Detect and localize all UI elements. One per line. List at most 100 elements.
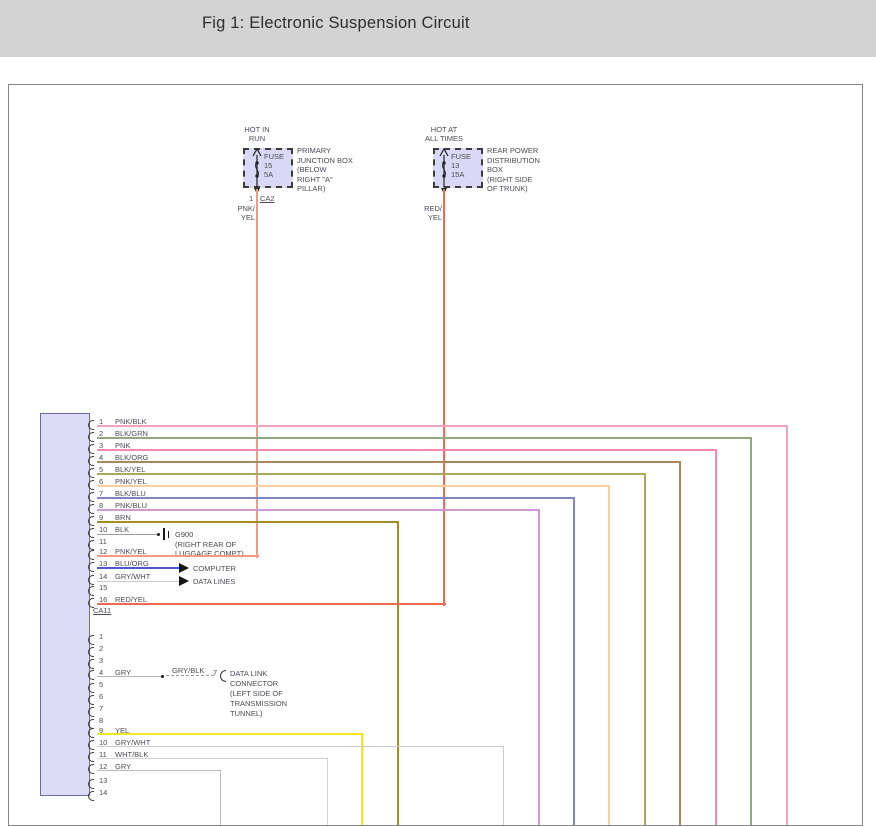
pin-number: 15 <box>99 583 107 592</box>
pin-hook-icon <box>88 528 94 538</box>
fuse-desc-line: OF TRUNK) <box>487 184 528 193</box>
hot-label-line: ALL TIMES <box>399 134 489 143</box>
fuse-number: 15 <box>264 161 272 170</box>
pin-number: 3 <box>99 656 103 665</box>
hot-label-line: HOT AT <box>399 125 489 134</box>
wire-color-label: YEL <box>402 213 442 222</box>
pin-hook-icon <box>88 728 94 738</box>
pin-hook-icon <box>220 670 226 682</box>
junction-dot <box>157 533 160 536</box>
pin-hook-icon <box>88 598 94 608</box>
diagram-canvas: HOT IN RUN FUSE 15 5A PRIMARY JUNCTION B… <box>8 84 863 826</box>
wire-segment <box>97 521 399 523</box>
pin-number: 5 <box>99 680 103 689</box>
fuse-symbol-icon <box>249 147 265 189</box>
pin-hook-icon <box>88 791 94 801</box>
fuse-desc-line: (RIGHT SIDE <box>487 175 532 184</box>
ground-icon <box>168 531 170 538</box>
wire-segment <box>97 676 161 677</box>
dlc-desc-line: TRANSMISSION <box>230 699 287 708</box>
dlc-desc-line: TUNNEL) <box>230 709 263 718</box>
wire-segment <box>97 746 504 747</box>
wire-segment-red-yel-feed <box>443 189 445 606</box>
pin-hook-icon <box>88 504 94 514</box>
arrow-right-icon <box>179 563 189 573</box>
wire-segment <box>397 522 399 825</box>
pin-number: 8 <box>99 716 103 725</box>
title-banner: Fig 1: Electronic Suspension Circuit <box>0 0 876 57</box>
fuse-name: FUSE <box>264 152 284 161</box>
pin-hook-icon <box>88 432 94 442</box>
wire-segment <box>503 746 504 825</box>
pin-hook-icon <box>88 635 94 645</box>
fuse-rating: 5A <box>264 170 273 179</box>
pin-hook-icon <box>88 764 94 774</box>
fuse-rating: 15A <box>451 170 464 179</box>
wire-segment <box>97 473 646 475</box>
fuse-pin-number: 1 <box>249 194 253 203</box>
wire-segment <box>97 449 717 451</box>
wire-segment <box>97 485 610 487</box>
arrow-right-icon <box>179 576 189 586</box>
pin-hook-icon <box>88 695 94 705</box>
wire-segment-pnk-yel-feed <box>256 189 258 558</box>
pin-hook-icon <box>88 586 94 596</box>
wire-segment <box>679 462 681 825</box>
hot-label-line: RUN <box>212 134 302 143</box>
pin-number: 14 <box>99 572 107 581</box>
pin-hook-icon <box>88 420 94 430</box>
fuse-desc-line: PRIMARY <box>297 146 331 155</box>
wire-segment <box>97 603 446 605</box>
fuse-desc-line: DISTRIBUTION <box>487 156 540 165</box>
pin-hook-icon <box>88 659 94 669</box>
wire-segment <box>361 734 363 825</box>
wire-color-label: PNK/ <box>215 204 255 213</box>
wire-segment <box>97 733 363 735</box>
wire-color-label: GRY/WHT <box>115 572 150 581</box>
pin-number: 7 <box>99 704 103 713</box>
fuse-desc-line: RIGHT "A" <box>297 175 333 184</box>
wire-segment <box>97 555 259 557</box>
fuse-desc-line: REAR POWER <box>487 146 538 155</box>
dlc-wire-label: GRY/BLK <box>172 666 204 675</box>
wire-segment <box>97 758 328 759</box>
connector-block <box>40 413 90 796</box>
fuse-desc-line: BOX <box>487 165 503 174</box>
wire-segment <box>97 770 221 771</box>
computer-label-line: DATA LINES <box>193 577 235 586</box>
pin-hook-icon <box>88 468 94 478</box>
wire-segment <box>97 437 752 439</box>
pin-hook-icon <box>88 647 94 657</box>
wire-segment <box>97 567 179 569</box>
figure-title: Fig 1: Electronic Suspension Circuit <box>202 14 470 33</box>
fuse-desc-line: JUNCTION BOX <box>297 156 353 165</box>
dlc-desc-line: CONNECTOR <box>230 679 278 688</box>
wire-color-label: RED/ <box>402 204 442 213</box>
pin-hook-icon <box>88 444 94 454</box>
hot-label-line: HOT IN <box>212 125 302 134</box>
pin-hook-icon <box>88 740 94 750</box>
pin-hook-icon <box>88 540 94 550</box>
fuse-desc-line: PILLAR) <box>297 184 325 193</box>
connector-ref: CA2 <box>260 194 275 203</box>
pin-hook-icon <box>88 456 94 466</box>
pin-hook-icon <box>88 562 94 572</box>
pin-hook-icon <box>88 575 94 585</box>
wire-segment <box>573 498 575 825</box>
pin-hook-icon <box>88 752 94 762</box>
wire-color-label: YEL <box>215 213 255 222</box>
junction-dot <box>161 675 164 678</box>
dashed-wire-segment <box>166 675 214 676</box>
pin-number: 14 <box>99 788 107 797</box>
wire-segment <box>97 509 540 511</box>
wire-segment <box>608 486 610 825</box>
wire-segment <box>97 534 157 535</box>
wire-color-label: BLK <box>115 525 129 534</box>
pin-number: 10 <box>99 525 107 534</box>
fuse-symbol-icon <box>436 147 452 189</box>
pin-hook-icon <box>88 492 94 502</box>
wire-segment <box>644 474 646 825</box>
wire-segment <box>715 450 717 825</box>
pin-hook-icon <box>88 707 94 717</box>
ground-icon <box>163 528 165 540</box>
